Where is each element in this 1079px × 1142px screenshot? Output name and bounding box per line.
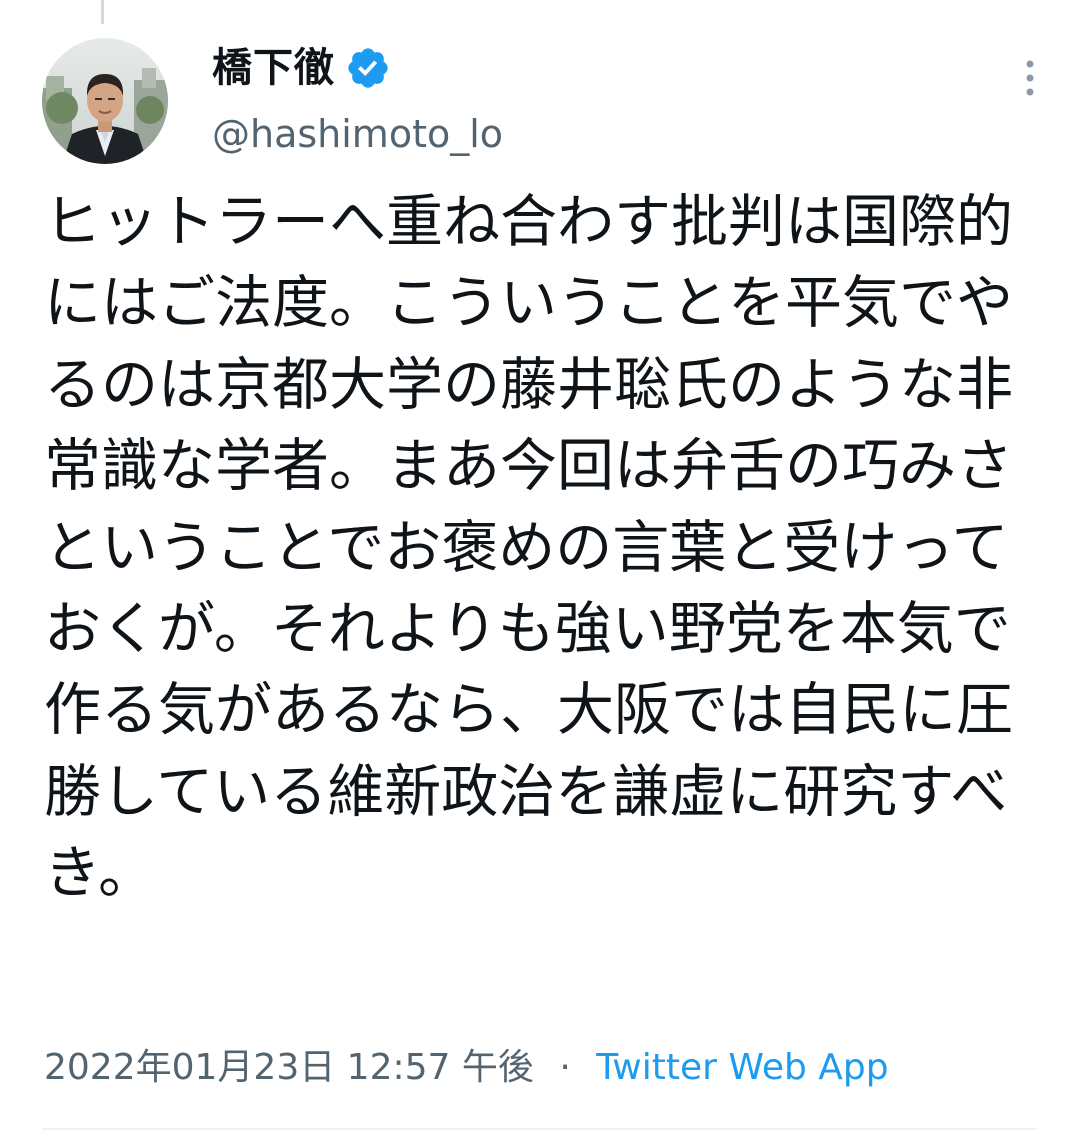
avatar-image [42, 38, 168, 164]
tweet-timestamp[interactable]: 2022年01月23日 12:57 午後 [44, 1047, 534, 1088]
author-display-name[interactable]: 橋下徹 [212, 40, 335, 96]
more-vertical-icon[interactable] [1012, 56, 1048, 100]
thread-connector-line [101, 0, 104, 24]
meta-separator: · [559, 1047, 571, 1088]
author-info: 橋下徹 [212, 40, 391, 96]
tweet-text: ヒットラーへ重ね合わす批判は国際的にはご法度。こういうことを平気でやるのは京都大… [44, 189, 1013, 907]
tweet-source-link[interactable]: Twitter Web App [596, 1047, 888, 1088]
avatar[interactable] [42, 38, 168, 164]
author-handle[interactable]: @hashimoto_lo [212, 108, 503, 160]
divider [42, 1128, 1037, 1130]
verified-badge-icon [345, 45, 391, 91]
tweet-meta: 2022年01月23日 12:57 午後 · Twitter Web App [44, 1042, 889, 1094]
